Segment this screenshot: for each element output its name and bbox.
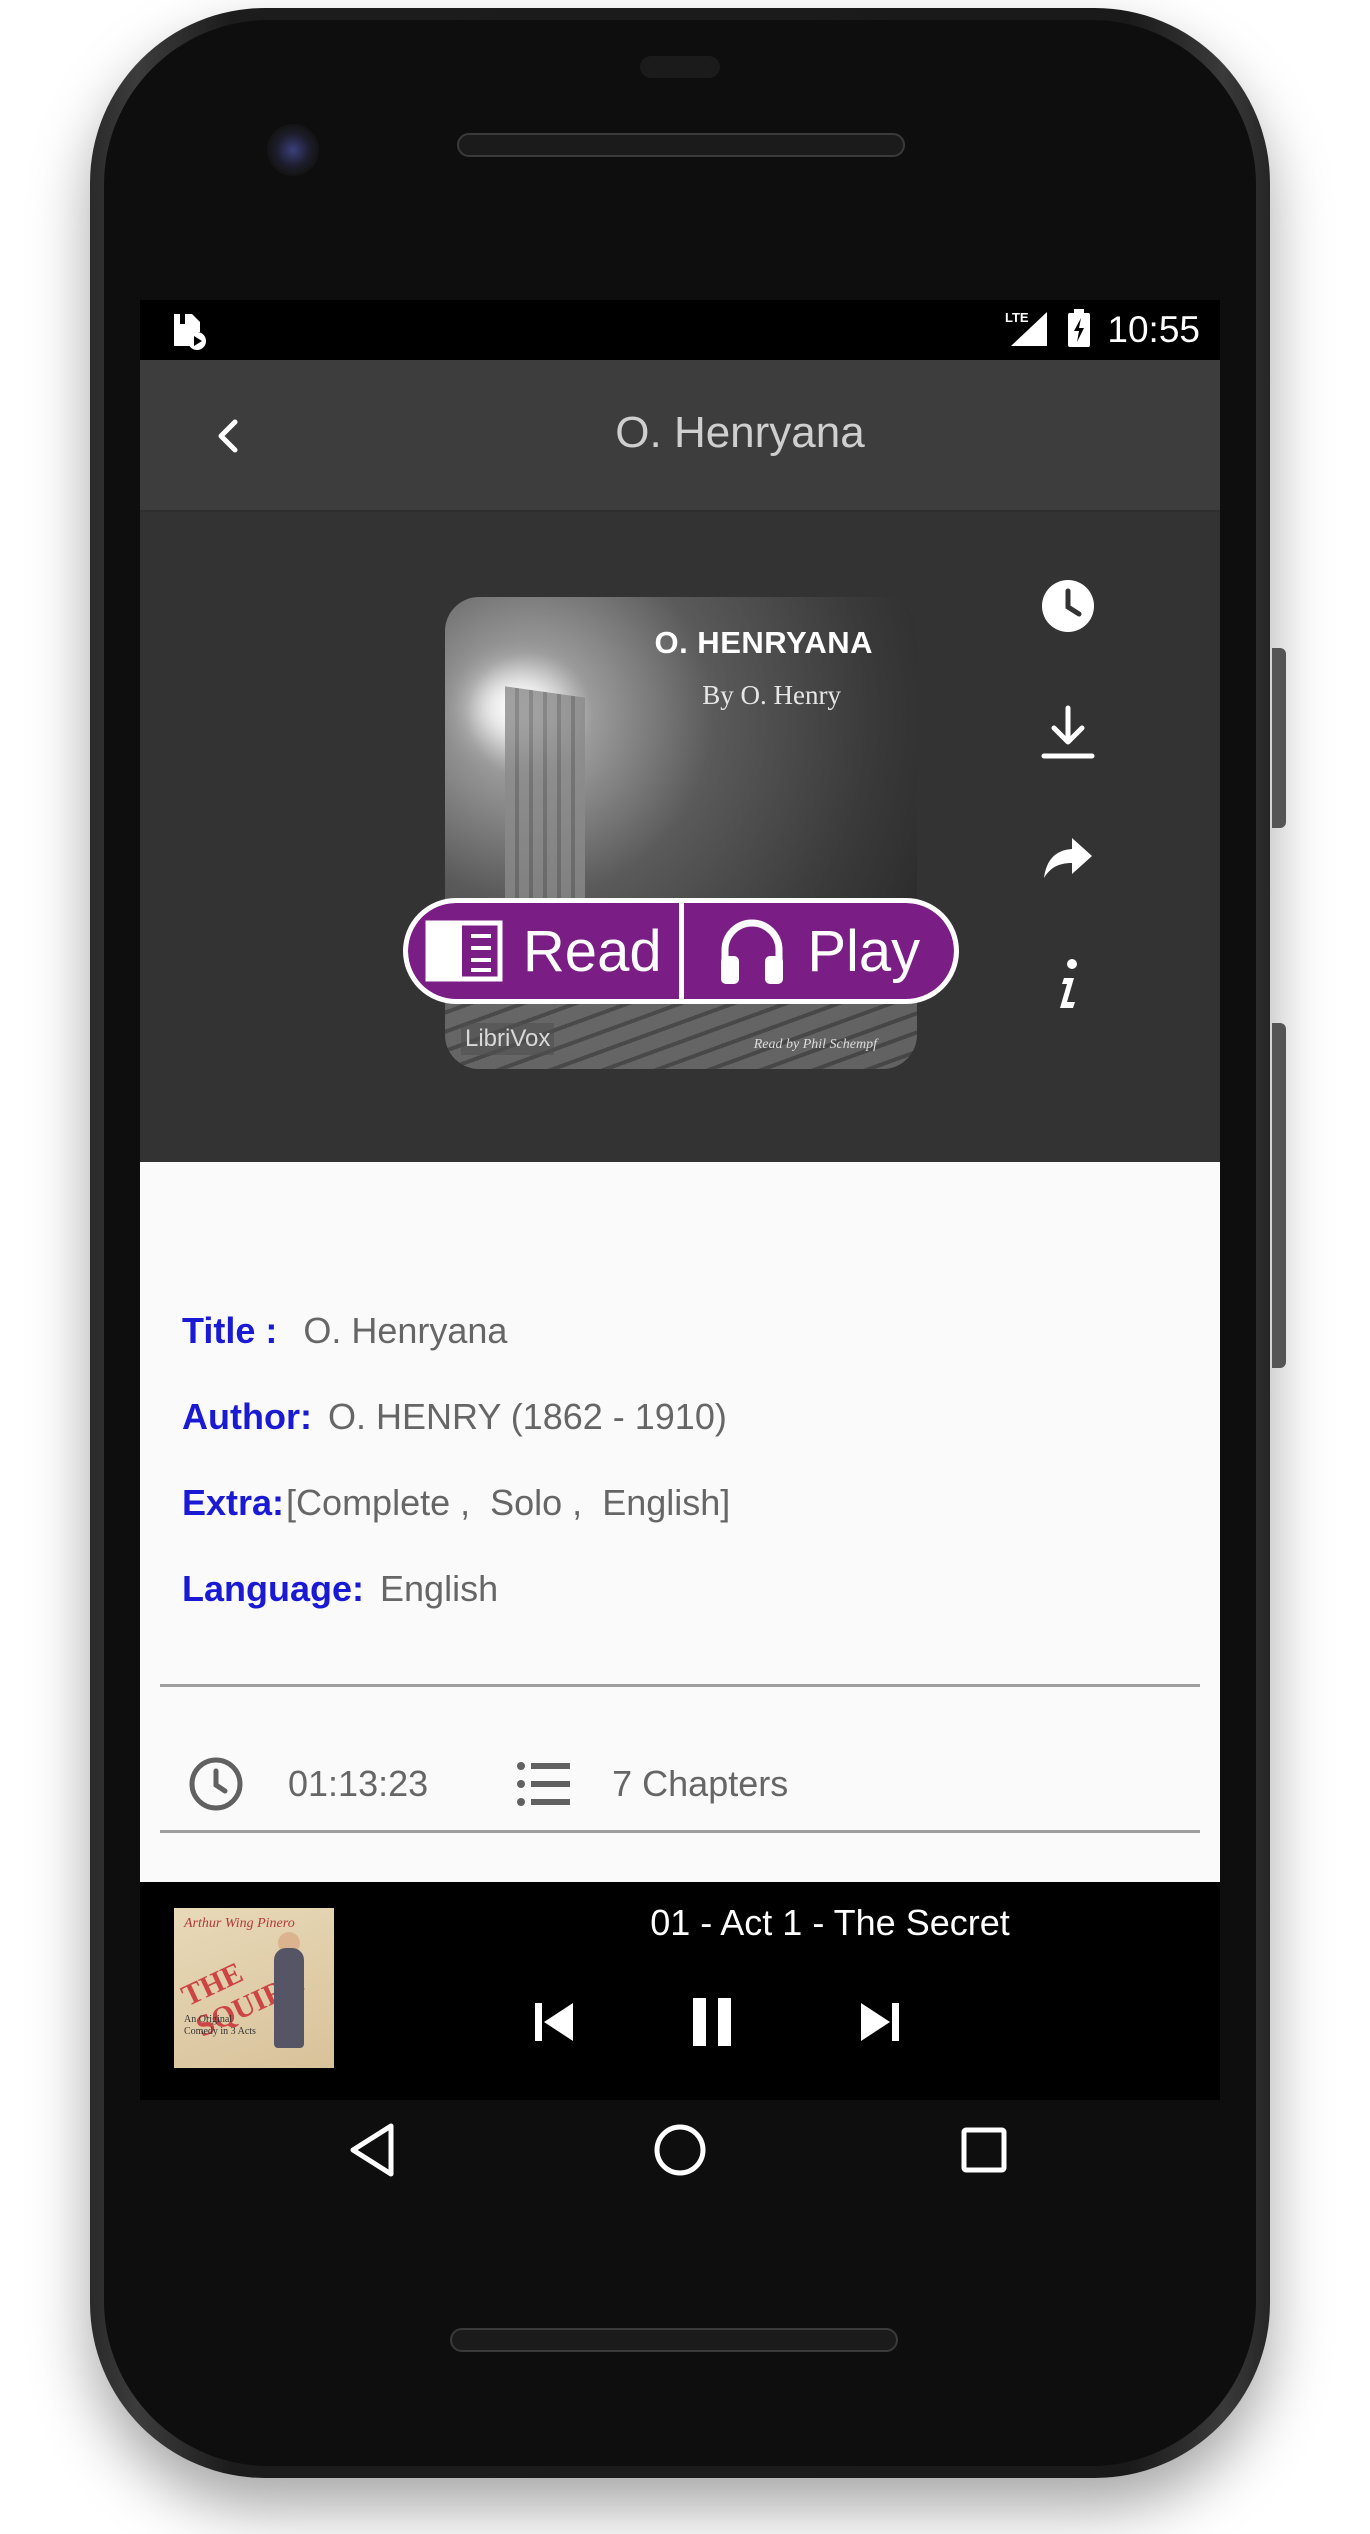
nav-recents-button[interactable] <box>934 2100 1034 2200</box>
author-label: Author: <box>182 1396 312 1437</box>
skip-next-icon <box>861 2003 899 2041</box>
battery-charging-icon <box>1065 308 1093 353</box>
title-value: O. Henryana <box>303 1310 508 1351</box>
extra-value: [Complete , Solo , English] <box>286 1482 731 1523</box>
book-hero: O. HENRYANA By O. Henry LibriVox Read by… <box>140 512 1220 1162</box>
earpiece-speaker <box>457 133 905 157</box>
power-button <box>1272 648 1286 828</box>
book-open-icon <box>425 920 503 982</box>
play-label: Play <box>807 918 921 984</box>
sensor-slot <box>640 56 720 78</box>
play-button[interactable]: Play <box>683 903 954 999</box>
language-value: English <box>380 1568 499 1609</box>
info-button[interactable] <box>1028 944 1108 1024</box>
chapters-text: 7 Chapters <box>612 1763 789 1804</box>
duration-text: 01:13:23 <box>288 1763 429 1804</box>
pause-button[interactable] <box>672 1982 752 2062</box>
front-camera <box>267 124 319 176</box>
history-button[interactable] <box>1028 566 1108 646</box>
divider-top <box>160 1684 1200 1687</box>
lte-signal-icon: LTE <box>1003 308 1051 353</box>
share-button[interactable] <box>1028 818 1108 898</box>
nav-home-button[interactable] <box>630 2100 730 2200</box>
system-nav-bar <box>140 2100 1220 2200</box>
title-row: Title : O. Henryana <box>182 1310 507 1352</box>
mini-cover-figure <box>274 1948 304 2048</box>
read-label: Read <box>522 918 662 984</box>
page-title: O. Henryana <box>615 408 865 457</box>
read-play-buttons: Read Play <box>403 898 959 1004</box>
svg-text:LTE: LTE <box>1005 310 1029 325</box>
previous-button[interactable] <box>514 1982 594 2062</box>
square-recents-icon <box>961 2127 1007 2173</box>
title-label: Title : <box>182 1310 278 1351</box>
author-value: O. HENRY (1862 - 1910) <box>327 1396 727 1437</box>
mini-player: Arthur Wing Pinero THE SQUIRE An Origina… <box>140 1882 1220 2100</box>
app-bar: O. Henryana <box>140 360 1220 512</box>
skip-previous-icon <box>535 2003 573 2041</box>
triangle-back-icon <box>350 2123 394 2177</box>
screen: LTE 10:55 O. Henryana O. HENRYANA By O. … <box>140 300 1220 2100</box>
nav-back-button[interactable] <box>322 2100 422 2200</box>
read-button[interactable]: Read <box>408 903 679 999</box>
share-icon <box>1044 838 1092 878</box>
language-label: Language: <box>182 1568 365 1609</box>
download-button[interactable] <box>1028 692 1108 772</box>
app-notification-icon <box>170 308 210 352</box>
extra-row: Extra: [Complete , Solo , English] <box>182 1482 730 1524</box>
mini-cover-author: Arthur Wing Pinero <box>184 1916 295 1931</box>
volume-rocker <box>1272 1023 1286 1368</box>
mini-player-cover[interactable]: Arthur Wing Pinero THE SQUIRE An Origina… <box>174 1908 334 2068</box>
cover-brand: LibriVox <box>461 1023 555 1055</box>
clock-icon <box>1042 580 1094 632</box>
cover-title: O. HENRYANA <box>654 625 873 660</box>
cover-narrator: Read by Phil Schempf <box>753 1037 877 1052</box>
status-bar: LTE 10:55 <box>140 300 1220 360</box>
mini-cover-subtitle: An Original Comedy in 3 Acts <box>184 2014 256 2037</box>
circle-home-icon <box>654 2124 706 2176</box>
next-button[interactable] <box>840 1982 920 2062</box>
list-icon <box>517 1762 571 1806</box>
headphones-icon <box>721 919 784 984</box>
language-row: Language: English <box>182 1568 498 1610</box>
author-row: Author: O. HENRY (1862 - 1910) <box>182 1396 727 1438</box>
cover-author: By O. Henry <box>702 680 841 710</box>
extra-label: Extra: <box>182 1482 285 1523</box>
meta-row: 01:13:23 7 Chapters <box>182 1742 1182 1826</box>
status-time: 10:55 <box>1107 309 1200 350</box>
divider-bottom <box>160 1830 1200 1833</box>
download-icon <box>1041 705 1095 759</box>
clock-outline-icon <box>189 1757 243 1811</box>
bottom-speaker <box>450 2328 898 2352</box>
pause-icon <box>693 1998 731 2046</box>
track-title: 01 - Act 1 - The Secret <box>650 1902 1010 1943</box>
info-icon <box>1060 959 1077 1008</box>
book-details: Title : O. Henryana Author: O. HENRY (18… <box>140 1162 1220 1882</box>
